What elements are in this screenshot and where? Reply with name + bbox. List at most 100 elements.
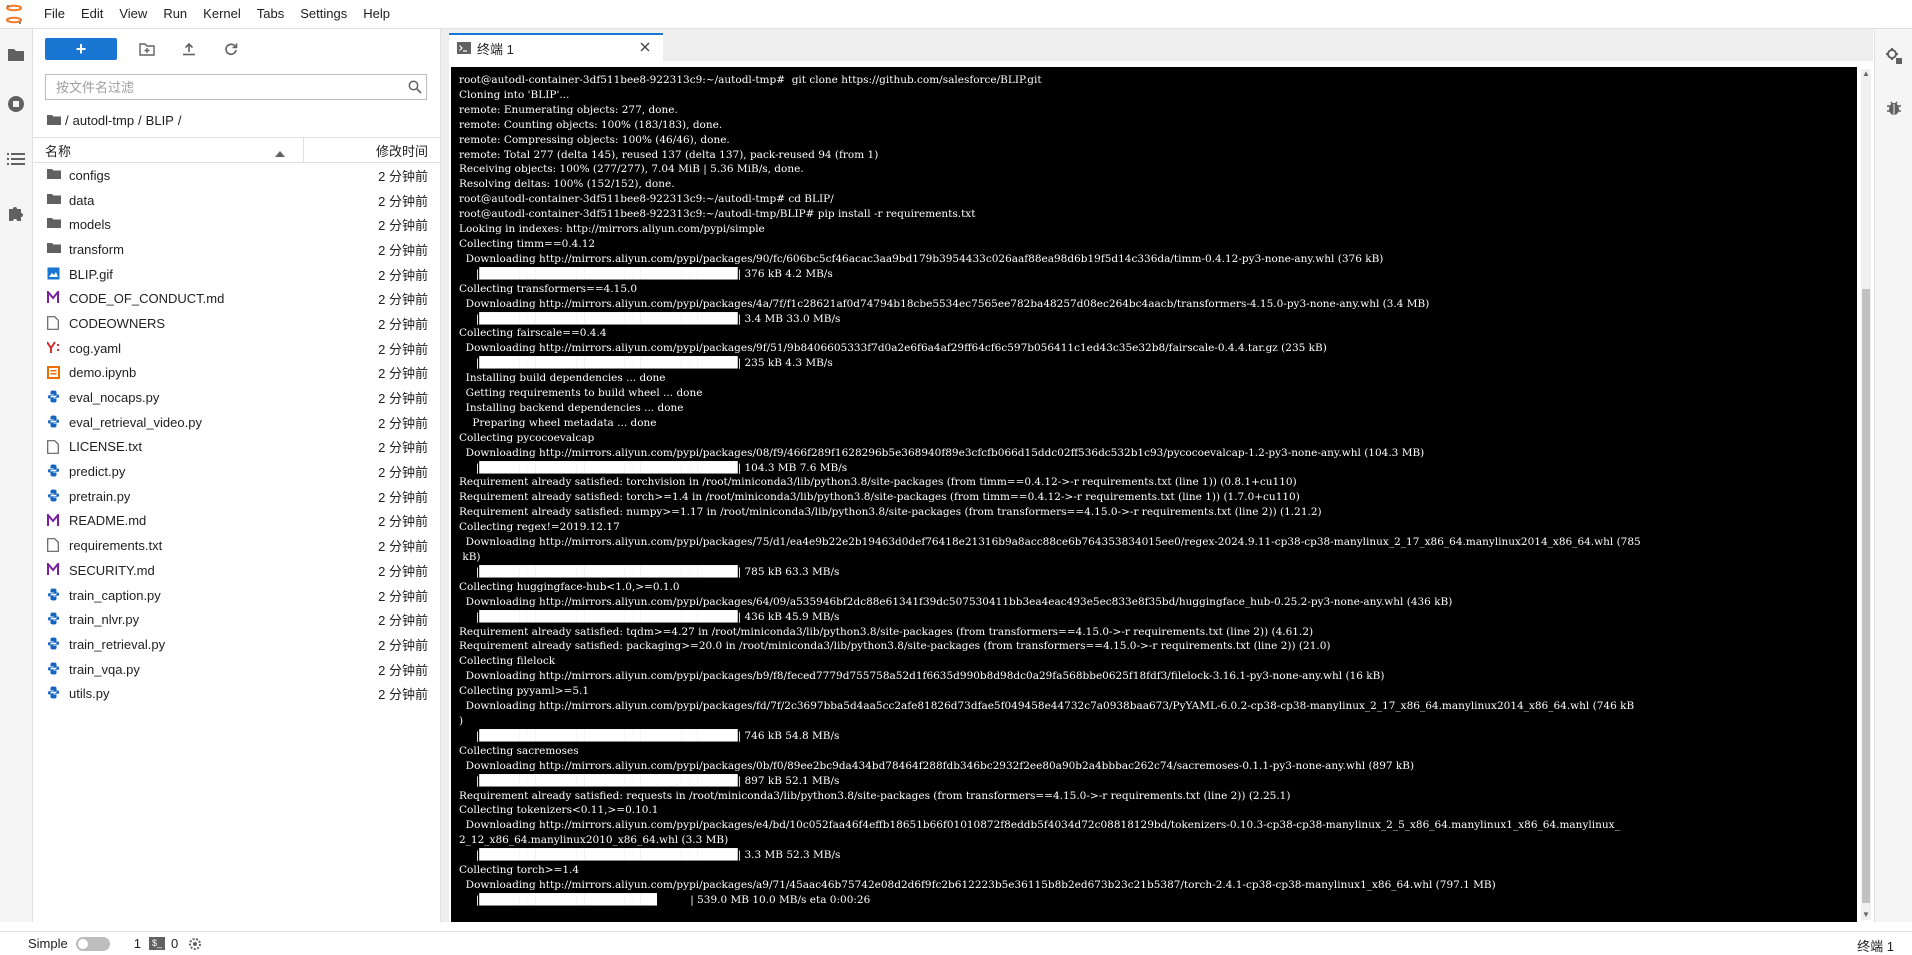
file-row[interactable]: CODEOWNERS 2 分钟前 bbox=[33, 311, 440, 336]
debugger-icon[interactable] bbox=[1882, 96, 1906, 120]
file-row[interactable]: BLIP.gif 2 分钟前 bbox=[33, 262, 440, 287]
tab-label: 终端 1 bbox=[477, 41, 514, 57]
menu-edit[interactable]: Edit bbox=[73, 0, 111, 28]
file-modified: 2 分钟前 bbox=[378, 292, 428, 308]
terminal-line: remote: Enumerating objects: 277, done. bbox=[459, 103, 678, 116]
scroll-up-icon[interactable]: ▲ bbox=[1861, 69, 1871, 79]
file-row[interactable]: pretrain.py 2 分钟前 bbox=[33, 484, 440, 509]
breadcrumb-blip[interactable]: BLIP bbox=[146, 113, 174, 128]
new-folder-icon[interactable] bbox=[135, 37, 159, 61]
running-icon[interactable] bbox=[4, 92, 28, 116]
new-launcher-button[interactable]: + bbox=[45, 38, 117, 60]
terminal-screen[interactable]: root@autodl-container-3df511bee8-922313c… bbox=[451, 67, 1857, 922]
terminal-line: Resolving deltas: 100% (152/152), done. bbox=[459, 178, 675, 191]
file-modified: 2 分钟前 bbox=[378, 440, 428, 456]
terminal-line: |████████████████████████████████| 746 k… bbox=[459, 729, 840, 742]
terminal-line: Downloading http://mirrors.aliyun.com/py… bbox=[459, 595, 1453, 608]
upload-icon[interactable] bbox=[177, 37, 201, 61]
file-row[interactable]: eval_nocaps.py 2 分钟前 bbox=[33, 385, 440, 410]
terminal-scrollbar[interactable]: ▲ ▼ bbox=[1861, 69, 1871, 920]
table-of-contents-icon[interactable] bbox=[4, 147, 28, 171]
file-name: transform bbox=[69, 241, 124, 257]
file-row[interactable]: configs 2 分钟前 bbox=[33, 163, 440, 188]
file-modified: 2 分钟前 bbox=[378, 341, 428, 357]
file-row[interactable]: SECURITY.md 2 分钟前 bbox=[33, 558, 440, 583]
terminal-line: remote: Counting objects: 100% (183/183)… bbox=[459, 118, 723, 131]
file-modified: 2 分钟前 bbox=[378, 687, 428, 703]
python-icon bbox=[47, 662, 63, 676]
menu-settings[interactable]: Settings bbox=[292, 0, 355, 28]
file-modified: 2 分钟前 bbox=[378, 489, 428, 505]
menu-file[interactable]: File bbox=[36, 0, 73, 28]
menu-bar: File Edit View Run Kernel Tabs Settings … bbox=[0, 0, 1912, 29]
menu-tabs[interactable]: Tabs bbox=[249, 0, 292, 28]
menu-kernel[interactable]: Kernel bbox=[195, 0, 249, 28]
file-modified: 2 分钟前 bbox=[378, 415, 428, 431]
file-modified: 2 分钟前 bbox=[378, 613, 428, 629]
scroll-down-icon[interactable]: ▼ bbox=[1861, 910, 1871, 920]
file-name: CODEOWNERS bbox=[69, 315, 166, 331]
file-row[interactable]: train_vqa.py 2 分钟前 bbox=[33, 657, 440, 682]
file-modified: 2 分钟前 bbox=[378, 193, 428, 209]
terminal-count[interactable]: 0 bbox=[171, 936, 178, 951]
column-modified-header[interactable]: 修改时间 bbox=[376, 138, 428, 162]
scrollbar-thumb[interactable] bbox=[1862, 289, 1870, 903]
right-activity-bar bbox=[1874, 29, 1912, 922]
panel-splitter[interactable] bbox=[441, 29, 449, 922]
file-row[interactable]: train_nlvr.py 2 分钟前 bbox=[33, 607, 440, 632]
column-name-header[interactable]: 名称 bbox=[45, 138, 304, 162]
python-icon bbox=[47, 686, 63, 700]
terminal-line: Downloading http://mirrors.aliyun.com/py… bbox=[459, 342, 1327, 355]
file-row[interactable]: utils.py 2 分钟前 bbox=[33, 681, 440, 706]
file-modified: 2 分钟前 bbox=[378, 168, 428, 184]
file-row[interactable]: requirements.txt 2 分钟前 bbox=[33, 533, 440, 558]
menu-run[interactable]: Run bbox=[155, 0, 195, 28]
file-row[interactable]: train_caption.py 2 分钟前 bbox=[33, 583, 440, 608]
refresh-icon[interactable] bbox=[219, 37, 243, 61]
tab-terminal[interactable]: 终端 1 bbox=[449, 33, 663, 61]
file-row[interactable]: data 2 分钟前 bbox=[33, 188, 440, 213]
file-name: SECURITY.md bbox=[69, 562, 155, 578]
file-row[interactable]: CODE_OF_CONDUCT.md 2 分钟前 bbox=[33, 286, 440, 311]
kernel-count[interactable]: 1 bbox=[134, 936, 141, 951]
python-icon bbox=[47, 390, 63, 404]
file-row[interactable]: LICENSE.txt 2 分钟前 bbox=[33, 435, 440, 460]
menu-view[interactable]: View bbox=[111, 0, 155, 28]
terminal-line: Downloading http://mirrors.aliyun.com/py… bbox=[459, 759, 1415, 772]
file-row[interactable]: transform 2 分钟前 bbox=[33, 237, 440, 262]
file-modified: 2 分钟前 bbox=[378, 267, 428, 283]
menu-help[interactable]: Help bbox=[355, 0, 398, 28]
gear-icon[interactable] bbox=[188, 937, 202, 951]
markdown-icon bbox=[47, 511, 63, 528]
python-icon bbox=[47, 415, 63, 429]
status-terminal-label: 终端 1 bbox=[1857, 939, 1894, 954]
file-row[interactable]: train_retrieval.py 2 分钟前 bbox=[33, 632, 440, 657]
filter-input[interactable] bbox=[54, 78, 404, 96]
file-modified: 2 分钟前 bbox=[378, 465, 428, 481]
file-row[interactable]: demo.ipynb 2 分钟前 bbox=[33, 361, 440, 386]
simple-mode-label: Simple bbox=[28, 936, 68, 951]
python-icon bbox=[47, 588, 63, 602]
extension-icon[interactable] bbox=[4, 201, 28, 225]
file-modified: 2 分钟前 bbox=[378, 563, 428, 579]
file-name: eval_nocaps.py bbox=[69, 390, 160, 406]
status-bar: Simple 1 $_ 0 终端 1 bbox=[0, 931, 1912, 955]
folder-icon[interactable] bbox=[4, 42, 28, 66]
terminal-line: remote: Compressing objects: 100% (46/46… bbox=[459, 133, 730, 146]
terminal-output: root@autodl-container-3df511bee8-922313c… bbox=[459, 73, 1641, 908]
property-inspector-icon[interactable] bbox=[1882, 44, 1906, 68]
file-row[interactable]: README.md 2 分钟前 bbox=[33, 509, 440, 534]
breadcrumb-autodl-tmp[interactable]: autodl-tmp bbox=[73, 113, 134, 128]
terminal-line: Requirement already satisfied: torchvisi… bbox=[459, 476, 1297, 489]
close-icon[interactable] bbox=[637, 39, 653, 55]
file-name: train_retrieval.py bbox=[69, 636, 166, 652]
file-row[interactable]: eval_retrieval_video.py 2 分钟前 bbox=[33, 410, 440, 435]
terminal-line: Requirement already satisfied: tqdm>=4.2… bbox=[459, 625, 1314, 638]
terminal-line: Requirement already satisfied: requests … bbox=[459, 789, 1291, 802]
breadcrumb-home-icon[interactable] bbox=[47, 113, 61, 128]
file-row[interactable]: models 2 分钟前 bbox=[33, 212, 440, 237]
file-row[interactable]: predict.py 2 分钟前 bbox=[33, 459, 440, 484]
simple-mode-toggle[interactable] bbox=[75, 936, 110, 951]
file-row[interactable]: cog.yaml 2 分钟前 bbox=[33, 336, 440, 361]
file-modified: 2 分钟前 bbox=[378, 539, 428, 555]
